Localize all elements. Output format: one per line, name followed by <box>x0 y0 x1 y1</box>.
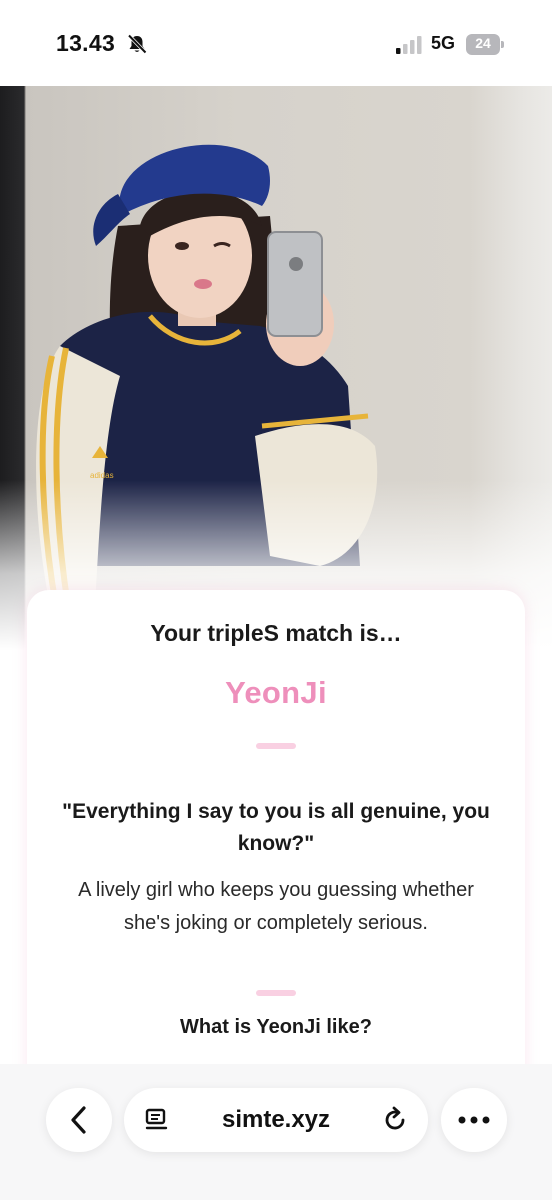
battery-icon: 24 <box>466 34 504 55</box>
divider <box>256 990 296 996</box>
signal-icon <box>396 36 422 54</box>
divider <box>256 743 296 749</box>
member-photo: adidas <box>0 86 552 650</box>
reader-icon[interactable] <box>144 1107 170 1133</box>
status-time: 13.43 <box>56 30 116 56</box>
member-quote: "Everything I say to you is all genuine,… <box>62 800 490 855</box>
member-description: A lively girl who keeps you guessing whe… <box>78 879 474 934</box>
reload-icon[interactable] <box>381 1106 409 1134</box>
battery-level: 24 <box>475 35 491 51</box>
more-button[interactable] <box>441 1088 507 1152</box>
network-label: 5G <box>431 33 456 53</box>
member-name: YeonJi <box>225 675 327 710</box>
address-bar[interactable]: simte.xyz <box>124 1088 428 1152</box>
section-heading: What is YeonJi like? <box>180 1016 372 1038</box>
jacket-logo: adidas <box>90 471 114 480</box>
result-card: Your tripleS match is… YeonJi "Everythin… <box>27 590 525 1110</box>
more-icon <box>458 1116 490 1124</box>
status-bar: 13.43 5G 24 <box>0 0 552 86</box>
back-chevron-icon <box>71 1106 86 1134</box>
match-heading: Your tripleS match is… <box>150 620 402 646</box>
back-button[interactable] <box>46 1088 112 1152</box>
url-text[interactable]: simte.xyz <box>186 1106 366 1134</box>
browser-toolbar: simte.xyz <box>0 1064 552 1200</box>
bell-slash-icon <box>127 34 147 54</box>
